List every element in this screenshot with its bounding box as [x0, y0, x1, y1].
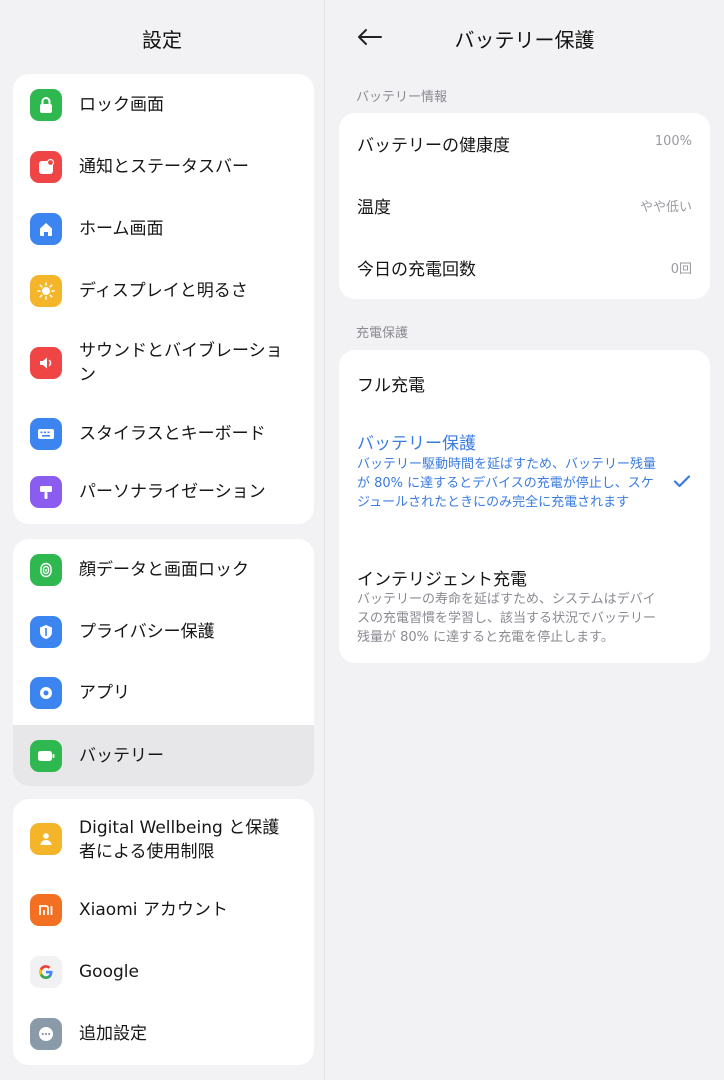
option-description: バッテリー駆動時間を延ばすため、バッテリー残量が 80% に達するとデバイスの充…	[357, 457, 657, 510]
fingerprint-icon	[30, 554, 62, 586]
shield-icon	[30, 616, 62, 648]
gear-icon	[30, 677, 62, 709]
sidebar-item-label: Digital Wellbeing と保護者による使用制限	[79, 818, 280, 862]
section-label-charge-protection: 充電保護	[356, 326, 409, 341]
sidebar-item-digital-wellbeing[interactable]: Digital Wellbeing と保護者による使用制限	[13, 799, 314, 879]
sidebar-item-label: Google	[79, 962, 139, 982]
settings-sidebar: 設定 ロック画面 通知とステータスバー ホーム画面 ディスプレイと明るさ サウン…	[0, 0, 324, 1080]
option-description: バッテリーの寿命を延ばすため、システムはデバイスの充電習慣を学習し、該当する状況…	[357, 592, 657, 645]
section-label-battery-info: バッテリー情報	[356, 90, 448, 105]
sidebar-item-label: プライバシー保護	[79, 622, 215, 642]
sidebar-item-stylus-keyboard[interactable]: スタイラスとキーボード	[13, 404, 314, 464]
sidebar-title: 設定	[142, 28, 182, 52]
detail-header: バッテリー保護	[325, 0, 724, 76]
info-row-health: バッテリーの健康度 100%	[339, 113, 710, 175]
sidebar-item-label: スタイラスとキーボード	[79, 424, 266, 444]
battery-protection-pane: バッテリー保護 バッテリー情報 バッテリーの健康度 100% 温度 やや低い 今…	[325, 0, 724, 1080]
sidebar-item-label: パーソナライゼーション	[79, 482, 266, 502]
page-title: バッテリー保護	[454, 28, 595, 52]
home-icon	[30, 213, 62, 245]
info-row-label: バッテリーの健康度	[357, 136, 510, 156]
sidebar-item-label: 通知とステータスバー	[79, 157, 249, 177]
sidebar-item-label: アプリ	[79, 683, 130, 703]
info-row-charge-count: 今日の充電回数 0回	[339, 237, 710, 299]
info-row-temperature: 温度 やや低い	[339, 175, 710, 237]
option-title: フル充電	[357, 376, 425, 396]
settings-group-2: 顔データと画面ロック プライバシー保護 アプリ バッテリー	[13, 539, 314, 786]
sidebar-item-sound[interactable]: サウンドとバイブレーション	[13, 322, 314, 404]
more-icon	[30, 1018, 62, 1050]
sidebar-item-privacy[interactable]: プライバシー保護	[13, 601, 314, 663]
info-row-value: 0回	[670, 262, 692, 277]
sidebar-item-xiaomi-account[interactable]: Xiaomi アカウント	[13, 879, 314, 941]
lock-icon	[30, 89, 62, 121]
speaker-icon	[30, 347, 62, 379]
sidebar-item-label: 顔データと画面ロック	[79, 560, 249, 580]
battery-info-card: バッテリーの健康度 100% 温度 やや低い 今日の充電回数 0回	[339, 113, 710, 299]
info-row-label: 温度	[357, 198, 391, 218]
sidebar-item-face-data[interactable]: 顔データと画面ロック	[13, 539, 314, 601]
charge-protection-card: フル充電 バッテリー保護 バッテリー駆動時間を延ばすため、バッテリー残量が 80…	[339, 350, 710, 663]
sidebar-item-label: バッテリー	[79, 746, 164, 766]
sidebar-item-personalization[interactable]: パーソナライゼーション	[13, 464, 314, 524]
sidebar-item-google[interactable]: Google	[13, 941, 314, 1003]
sun-icon	[30, 275, 62, 307]
sidebar-item-home-screen[interactable]: ホーム画面	[13, 198, 314, 260]
sidebar-item-label: 追加設定	[79, 1024, 147, 1044]
keyboard-icon	[30, 418, 62, 450]
checkmark-icon	[673, 475, 691, 488]
settings-group-3: Digital Wellbeing と保護者による使用制限 Xiaomi アカウ…	[13, 799, 314, 1065]
sidebar-item-notifications[interactable]: 通知とステータスバー	[13, 136, 314, 198]
info-row-value: 100%	[654, 134, 692, 149]
option-intelligent-charge[interactable]: インテリジェント充電 バッテリーの寿命を延ばすため、システムはデバイスの充電習慣…	[339, 550, 710, 660]
settings-group-1: ロック画面 通知とステータスバー ホーム画面 ディスプレイと明るさ サウンドとバ…	[13, 74, 314, 524]
option-title: インテリジェント充電	[357, 570, 527, 590]
sidebar-item-battery[interactable]: バッテリー	[13, 725, 314, 786]
info-row-value: やや低い	[639, 200, 692, 215]
sidebar-item-display[interactable]: ディスプレイと明るさ	[13, 260, 314, 322]
info-row-label: 今日の充電回数	[357, 260, 476, 280]
wellbeing-icon	[30, 823, 62, 855]
sidebar-item-label: ホーム画面	[79, 219, 164, 239]
sidebar-item-label: ロック画面	[79, 95, 164, 115]
xiaomi-icon	[30, 894, 62, 926]
notification-icon	[30, 151, 62, 183]
sidebar-item-apps[interactable]: アプリ	[13, 663, 314, 725]
sidebar-item-lock-screen[interactable]: ロック画面	[13, 74, 314, 136]
sidebar-item-label: サウンドとバイブレーション	[79, 341, 283, 385]
brush-icon	[30, 476, 62, 508]
sidebar-item-label: ディスプレイと明るさ	[79, 281, 248, 301]
sidebar-item-additional-settings[interactable]: 追加設定	[13, 1003, 314, 1065]
battery-icon	[30, 740, 62, 772]
option-battery-protection[interactable]: バッテリー保護 バッテリー駆動時間を延ばすため、バッテリー残量が 80% に達す…	[339, 414, 710, 534]
settings-screen: 設定 ロック画面 通知とステータスバー ホーム画面 ディスプレイと明るさ サウン…	[0, 0, 724, 1080]
google-icon	[30, 956, 62, 988]
sidebar-item-label: Xiaomi アカウント	[79, 900, 228, 920]
option-full-charge[interactable]: フル充電	[339, 350, 710, 414]
option-title: バッテリー保護	[357, 434, 476, 454]
